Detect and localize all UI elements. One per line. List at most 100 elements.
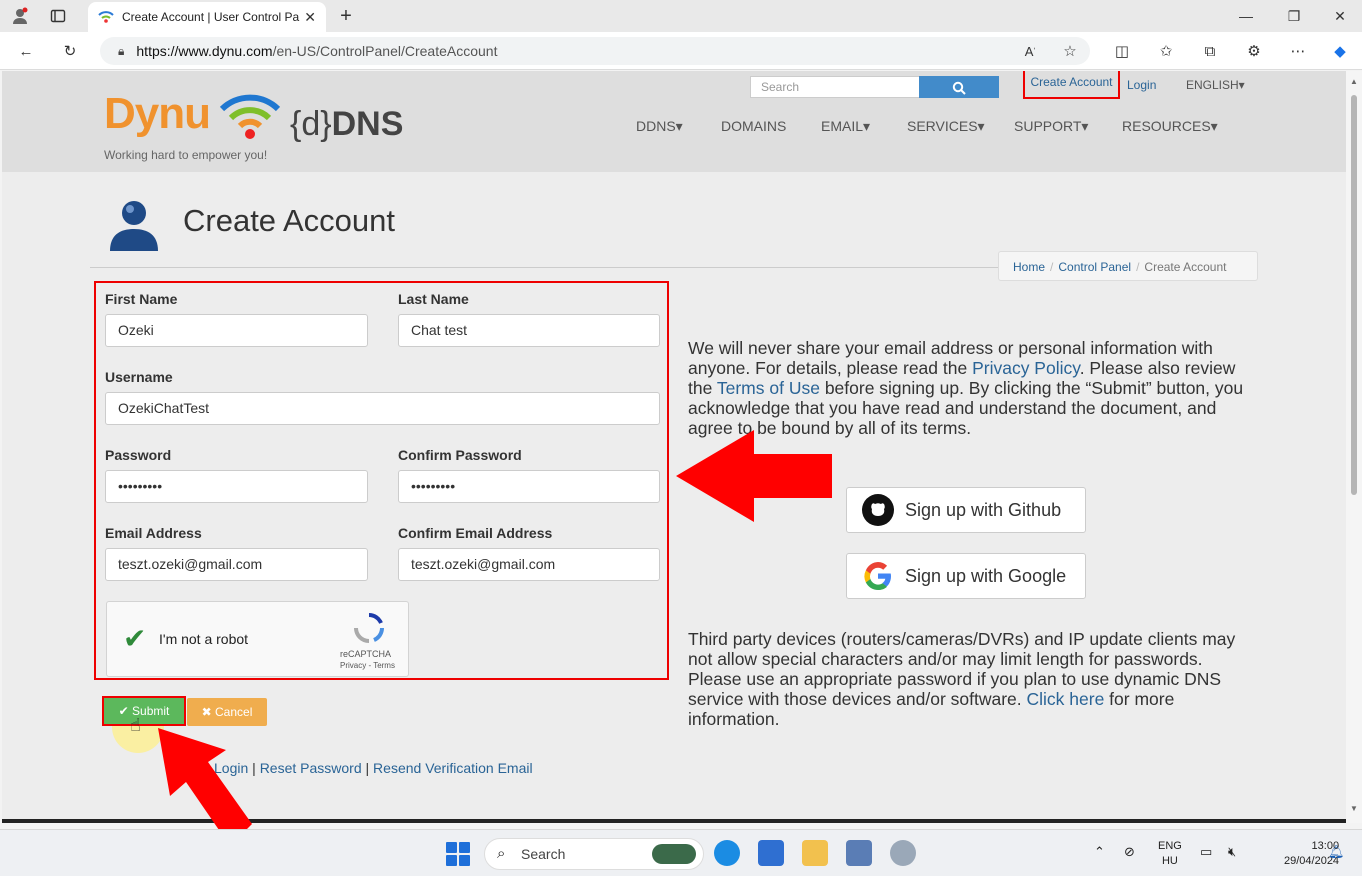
tab-actions-icon[interactable]	[48, 6, 68, 26]
edge-icon[interactable]	[714, 840, 740, 866]
resend-verification-link[interactable]: Resend Verification Email	[373, 760, 533, 776]
new-tab-icon[interactable]: +	[336, 5, 356, 27]
volume-icon[interactable]: 🔇︎	[1228, 844, 1236, 860]
github-signup-button[interactable]: Sign up with Github	[846, 487, 1086, 533]
tray-chevron-icon[interactable]: ⌃	[1094, 844, 1105, 860]
display-icon[interactable]: ▭	[1200, 844, 1212, 860]
profile-icon[interactable]	[10, 6, 30, 26]
reset-password-link[interactable]: Reset Password	[260, 760, 362, 776]
url-path: /en-US/ControlPanel/CreateAccount	[272, 43, 498, 59]
breadcrumb-control-panel[interactable]: Control Panel	[1058, 260, 1131, 274]
nav-email[interactable]: EMAIL▾	[821, 118, 870, 135]
password-input[interactable]: •••••••••	[105, 470, 368, 503]
first-name-label: First Name	[105, 291, 178, 307]
username-input[interactable]: OzekiChatTest	[105, 392, 660, 425]
browser-tab-active[interactable]: Create Account | User Control Pa ✕	[88, 2, 326, 32]
email-input[interactable]: teszt.ozeki@gmail.com	[105, 548, 368, 581]
captcha-label: I'm not a robot	[159, 631, 249, 647]
user-avatar-icon	[110, 201, 158, 251]
language-dropdown[interactable]: ENGLISH▾	[1186, 76, 1245, 94]
confirm-email-label: Confirm Email Address	[398, 525, 553, 541]
settings-icon[interactable]	[890, 840, 916, 866]
submit-button[interactable]: ✔ Submit	[102, 696, 186, 726]
search-icon	[952, 81, 966, 95]
address-bar[interactable]: 🔒︎ https://www.dynu.com/en-US/ControlPan…	[100, 37, 1090, 65]
hand-cursor-icon: ☝	[130, 715, 141, 735]
notification-bell-icon[interactable]: 🔔︎	[1328, 844, 1345, 860]
copilot-icon[interactable]: ◆	[1330, 41, 1350, 61]
scroll-down-icon[interactable]: ▼	[1350, 804, 1358, 813]
site-search-input[interactable]: Search	[750, 76, 920, 98]
email-label: Email Address	[105, 525, 202, 541]
nav-support[interactable]: SUPPORT▾	[1014, 118, 1088, 135]
input-language[interactable]: ENG HU	[1158, 839, 1182, 869]
username-label: Username	[105, 369, 173, 385]
browser-toolbar: ← ↻ 🔒︎ https://www.dynu.com/en-US/Contro…	[0, 32, 1362, 70]
logo-wifi-icon	[219, 94, 281, 139]
restore-icon[interactable]: ❐	[1284, 6, 1304, 26]
confirm-password-input[interactable]: •••••••••	[398, 470, 660, 503]
click-here-link[interactable]: Click here	[1027, 689, 1105, 709]
last-name-input[interactable]: Chat test	[398, 314, 660, 347]
start-icon[interactable]	[446, 842, 470, 866]
site-search-button[interactable]	[919, 76, 999, 98]
confirm-email-input[interactable]: teszt.ozeki@gmail.com	[398, 548, 660, 581]
annotation-arrow-left-icon	[676, 430, 832, 522]
taskbar-search-icon: ⌕	[497, 845, 506, 862]
nav-services[interactable]: SERVICES▾	[907, 118, 985, 135]
captcha-checkmark-icon[interactable]: ✔	[123, 622, 146, 655]
more-menu-icon[interactable]: ⋯	[1288, 41, 1308, 61]
first-name-input[interactable]: Ozeki	[105, 314, 368, 347]
site-header: Dynu {d}DNS Working hard to empower you!…	[2, 71, 1346, 172]
logo-ddns: {d}DNS	[290, 105, 404, 143]
tab-close-icon[interactable]: ✕	[304, 9, 316, 26]
github-icon	[862, 494, 894, 526]
page-scrollbar[interactable]: ▲ ▼	[1346, 71, 1362, 823]
extensions-icon[interactable]: ⚙	[1244, 41, 1264, 61]
breadcrumb: Home / Control Panel / Create Account	[998, 251, 1258, 281]
scroll-thumb[interactable]	[1351, 95, 1357, 495]
web-page: Dynu {d}DNS Working hard to empower you!…	[2, 71, 1346, 823]
page-title: Create Account	[183, 203, 395, 238]
cancel-button[interactable]: ✖ Cancel	[187, 698, 267, 726]
network-icon[interactable]: ⊘	[1124, 844, 1135, 860]
favorite-star-icon[interactable]: ☆	[1060, 41, 1080, 61]
confirm-password-label: Confirm Password	[398, 447, 522, 463]
close-window-icon[interactable]: ✕	[1330, 6, 1350, 26]
windows-taskbar: ⌕ Search ⌃ ⊘ ENG HU ▭ 🔇︎ 13:00 29/04/2024 …	[0, 829, 1362, 876]
create-account-link[interactable]: Create Account	[1023, 71, 1120, 99]
account-links: Login | Reset Password | Resend Verifica…	[214, 760, 533, 776]
nav-resources[interactable]: RESOURCES▾	[1122, 118, 1218, 135]
split-screen-icon[interactable]: ◫	[1112, 41, 1132, 61]
terms-of-use-link[interactable]: Terms of Use	[717, 378, 820, 398]
browser-tabbar: Create Account | User Control Pa ✕ + — ❐…	[0, 0, 1362, 32]
refresh-icon[interactable]: ↻	[60, 41, 80, 61]
privacy-notice: We will never share your email address o…	[688, 338, 1244, 438]
google-icon	[864, 562, 891, 590]
scroll-up-icon[interactable]: ▲	[1350, 77, 1358, 86]
collections-icon[interactable]: ⧉	[1200, 41, 1220, 61]
logo-dynu[interactable]: Dynu	[104, 89, 211, 139]
login-link[interactable]: Login	[1127, 76, 1156, 94]
google-signup-button[interactable]: Sign up with Google	[846, 553, 1086, 599]
favorites-icon[interactable]: ✩	[1156, 41, 1176, 61]
back-icon[interactable]: ←	[16, 41, 36, 61]
recaptcha-brand: reCAPTCHA	[340, 649, 392, 659]
recaptcha-widget: ✔ I'm not a robot reCAPTCHA Privacy - Te…	[106, 601, 409, 677]
nav-ddns[interactable]: DDNS▾	[636, 118, 683, 135]
remote-desktop-icon[interactable]	[846, 840, 872, 866]
file-explorer-icon[interactable]	[802, 840, 828, 866]
url-host: https://www.dynu.com	[136, 43, 273, 59]
minimize-icon[interactable]: —	[1236, 6, 1256, 26]
store-icon[interactable]	[758, 840, 784, 866]
privacy-policy-link[interactable]: Privacy Policy	[972, 358, 1080, 378]
lock-icon: 🔒︎	[118, 43, 125, 58]
nav-domains[interactable]: DOMAINS	[721, 118, 786, 134]
recaptcha-privacy-terms[interactable]: Privacy - Terms	[340, 661, 395, 670]
tab-title: Create Account | User Control Pa	[122, 10, 300, 24]
search-highlight-icon[interactable]	[652, 844, 696, 864]
last-name-label: Last Name	[398, 291, 469, 307]
read-aloud-icon[interactable]: Aʼ	[1020, 41, 1040, 61]
breadcrumb-home[interactable]: Home	[1013, 260, 1045, 274]
tagline: Working hard to empower you!	[104, 148, 268, 162]
